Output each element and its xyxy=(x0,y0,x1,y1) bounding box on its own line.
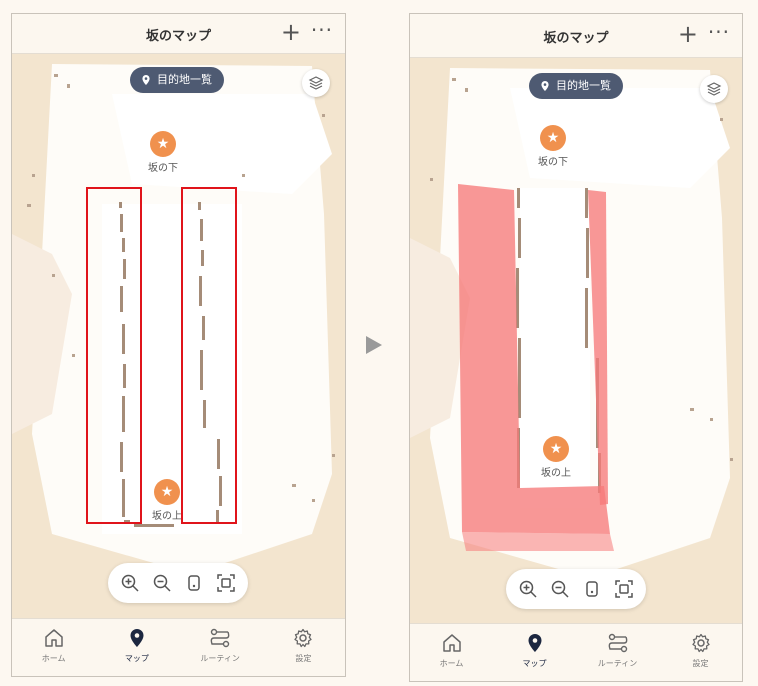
device-icon xyxy=(586,581,598,597)
highlight-left-wall xyxy=(86,187,142,524)
transition-arrow-icon xyxy=(366,336,382,354)
pin-icon xyxy=(541,81,549,91)
zoom-in-button[interactable] xyxy=(117,570,143,596)
tab-routine[interactable]: ルーティン xyxy=(576,624,659,681)
marker-label: 坂の下 xyxy=(148,163,178,174)
tab-label: マップ xyxy=(522,659,547,668)
tab-home[interactable]: ホーム xyxy=(410,624,493,681)
fit-map-button[interactable] xyxy=(611,576,637,602)
gear-icon xyxy=(294,628,313,648)
zoom-in-icon xyxy=(519,580,537,598)
header-bar: 坂のマップ + ··· xyxy=(410,14,742,58)
tab-label: ルーティン xyxy=(200,654,240,663)
map-pin-icon xyxy=(528,634,541,652)
tab-home[interactable]: ホーム xyxy=(12,619,95,676)
marker-slope-bottom[interactable]: ★ 坂の下 xyxy=(133,131,193,174)
layers-icon xyxy=(706,82,722,96)
tab-label: 設定 xyxy=(295,654,312,663)
star-icon: ★ xyxy=(543,436,569,462)
marker-label: 坂の下 xyxy=(538,157,568,168)
zoom-in-icon xyxy=(121,574,139,592)
destination-list-button[interactable]: 目的地一覧 xyxy=(130,67,224,93)
tab-settings[interactable]: 設定 xyxy=(659,624,742,681)
zoom-out-icon xyxy=(153,574,171,592)
more-button[interactable]: ··· xyxy=(708,18,730,46)
layers-button[interactable] xyxy=(700,75,728,103)
tab-map[interactable]: マップ xyxy=(95,619,178,676)
home-icon xyxy=(442,634,461,652)
fit-screen-icon xyxy=(217,574,235,592)
tab-bar: ホーム マップ ルーティン 設定 xyxy=(12,618,345,676)
zoom-out-icon xyxy=(551,580,569,598)
tab-bar: ホーム マップ ルーティン 設定 xyxy=(410,623,742,681)
routine-icon xyxy=(210,628,230,648)
destination-list-label: 目的地一覧 xyxy=(157,73,212,86)
fit-screen-icon xyxy=(615,580,633,598)
marker-slope-top[interactable]: ★ 坂の上 xyxy=(526,436,586,479)
add-button[interactable]: + xyxy=(281,18,301,46)
map-controls xyxy=(108,563,248,603)
star-icon: ★ xyxy=(154,479,180,505)
layers-icon xyxy=(308,76,324,90)
home-icon xyxy=(44,629,63,647)
gear-icon xyxy=(691,633,710,653)
more-button[interactable]: ··· xyxy=(311,16,333,44)
add-button[interactable]: + xyxy=(678,20,698,48)
routine-icon xyxy=(608,633,627,653)
zoom-in-button[interactable] xyxy=(515,576,541,602)
star-icon: ★ xyxy=(150,131,176,157)
header-bar: 坂のマップ + ··· xyxy=(12,14,345,54)
phone-screen-after: 坂のマップ + ··· 目的地一覧 ★ 坂の下 ★ 坂の上 ホーム マップ ルー… xyxy=(409,13,743,682)
marker-label: 坂の上 xyxy=(541,468,571,479)
device-icon xyxy=(188,575,200,591)
tab-label: マップ xyxy=(124,654,149,663)
tab-label: ルーティン xyxy=(597,659,638,668)
zoom-out-button[interactable] xyxy=(547,576,573,602)
destination-list-button[interactable]: 目的地一覧 xyxy=(529,73,623,99)
tab-routine[interactable]: ルーティン xyxy=(179,619,262,676)
highlight-right-wall xyxy=(181,187,237,524)
tab-label: 設定 xyxy=(692,659,709,668)
destination-list-label: 目的地一覧 xyxy=(556,79,611,92)
map-pin-icon xyxy=(130,629,144,647)
tab-label: ホーム xyxy=(41,654,66,663)
zoom-out-button[interactable] xyxy=(149,570,175,596)
star-icon: ★ xyxy=(540,125,566,151)
robot-locate-button[interactable] xyxy=(181,570,207,596)
map-controls xyxy=(506,569,646,609)
tab-label: ホーム xyxy=(439,659,464,668)
marker-slope-bottom[interactable]: ★ 坂の下 xyxy=(523,125,583,168)
pin-icon xyxy=(142,75,150,85)
layers-button[interactable] xyxy=(302,69,330,97)
tab-map[interactable]: マップ xyxy=(493,624,576,681)
tab-settings[interactable]: 設定 xyxy=(262,619,345,676)
phone-screen-before: 坂のマップ + ··· 目的地一覧 ★ 坂の下 ★ 坂の上 ホーム マップ ルー… xyxy=(11,13,346,677)
fit-map-button[interactable] xyxy=(213,570,239,596)
robot-locate-button[interactable] xyxy=(579,576,605,602)
